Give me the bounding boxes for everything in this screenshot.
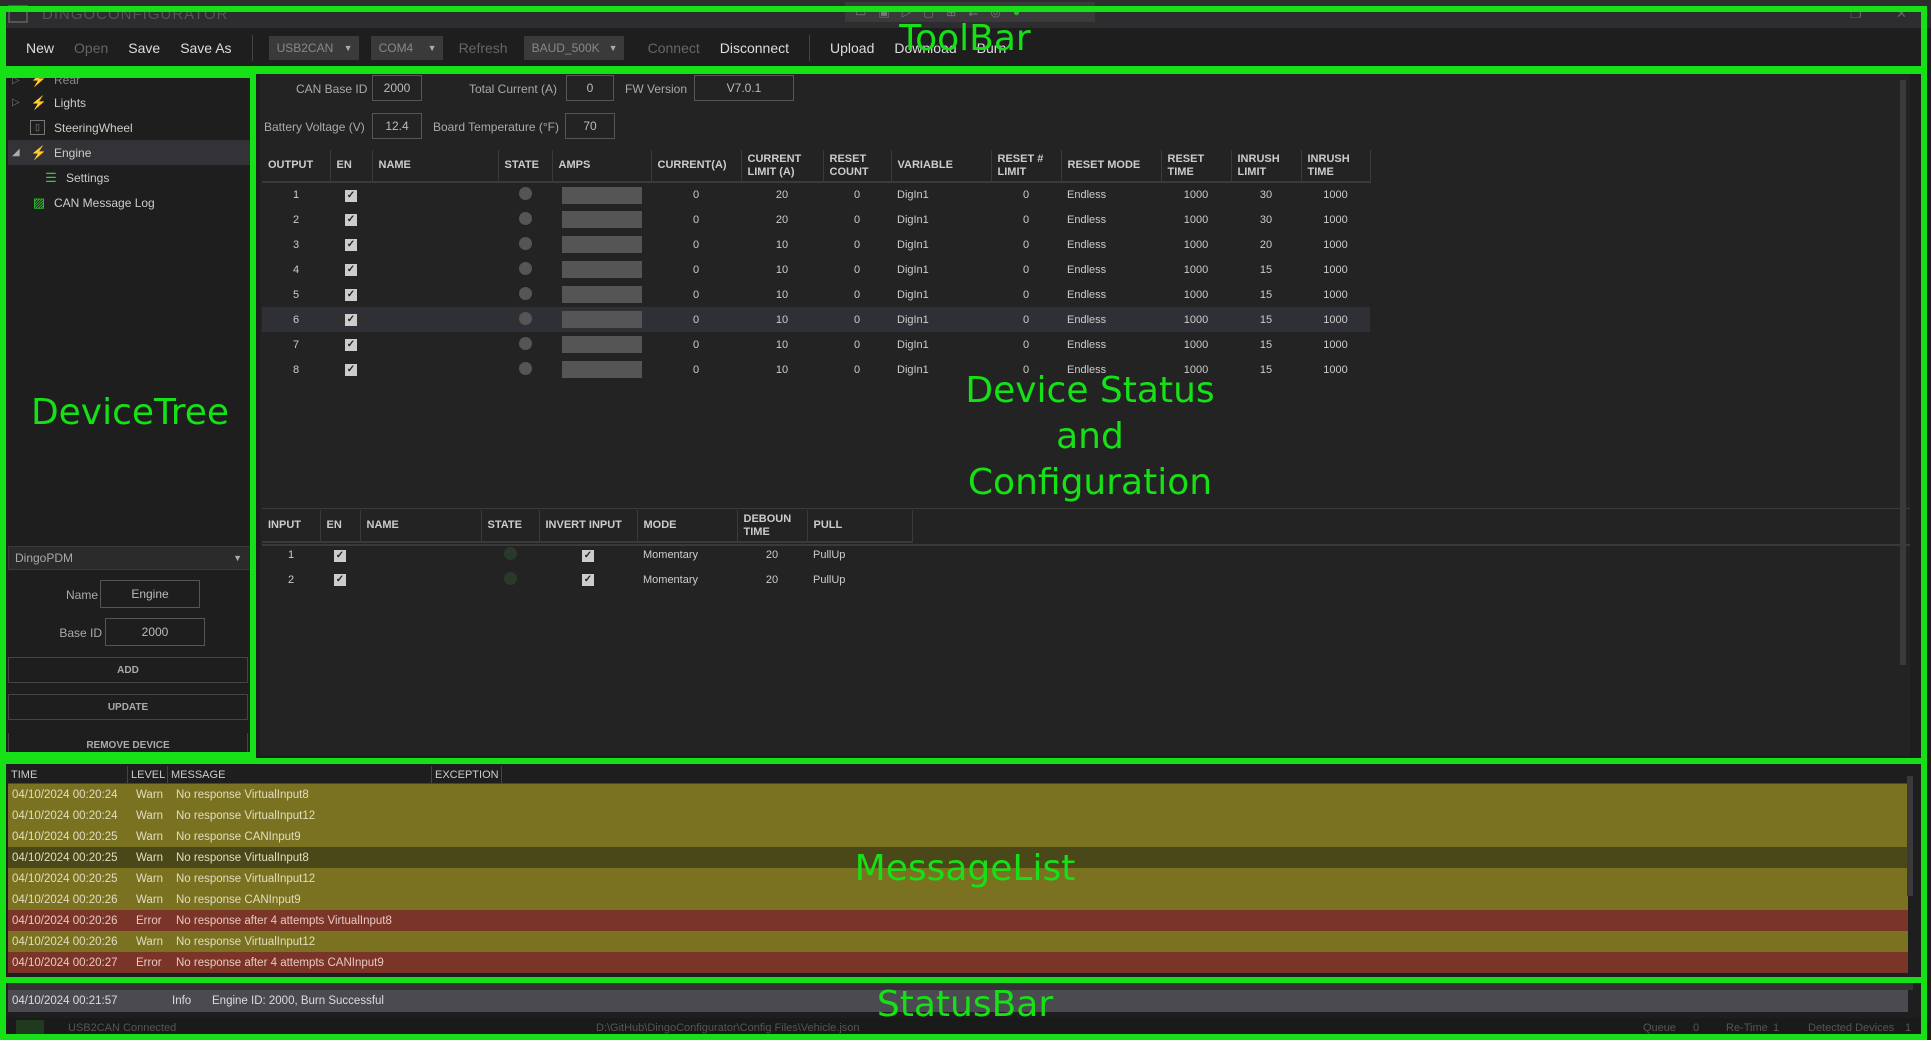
statusbar-region-label: StatusBar (876, 984, 1054, 1025)
device-status-region-label: Device Status and Configuration (965, 370, 1215, 503)
devicetree-region-label: DeviceTree (30, 392, 230, 433)
toolbar-region-label: ToolBar (899, 18, 1031, 59)
messagelist-region-label: MessageList (854, 848, 1076, 889)
